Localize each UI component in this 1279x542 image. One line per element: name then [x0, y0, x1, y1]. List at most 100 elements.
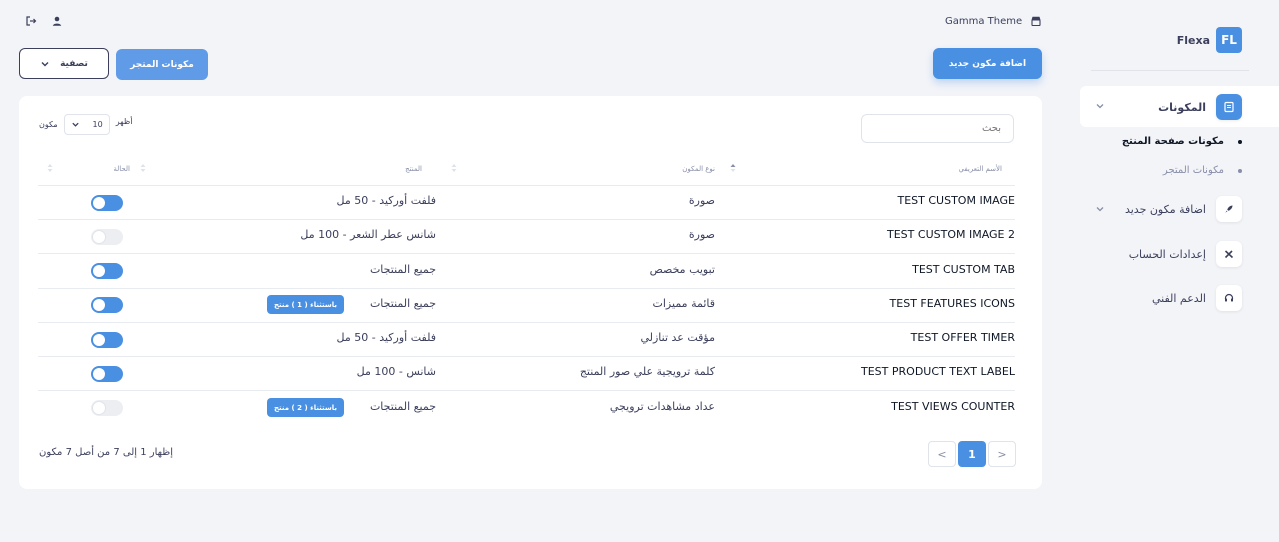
- sidebar-item-label: إعدادات الحساب: [1128, 247, 1206, 261]
- row-type: عداد مشاهدات ترويجي: [609, 400, 715, 413]
- prev-page-button[interactable]: <: [928, 441, 956, 467]
- row-product: جميع المنتجات: [369, 263, 436, 276]
- row-type: صورة: [688, 194, 715, 207]
- row-product: شانس - 100 مل: [356, 365, 436, 378]
- exclusion-badge[interactable]: باستثناء ( 2 ) منتج: [267, 398, 345, 417]
- row-divider: [38, 253, 1015, 254]
- header-divider: [38, 185, 1015, 186]
- row-type: مؤقت عد تنازلي: [640, 331, 715, 344]
- exclusion-badge[interactable]: باستثناء ( 1 ) منتج: [267, 295, 345, 314]
- row-type: قائمة مميزات: [652, 297, 715, 310]
- status-toggle[interactable]: [91, 332, 123, 348]
- status-toggle[interactable]: [91, 195, 123, 211]
- row-name: TEST CUSTOM TAB: [912, 263, 1015, 276]
- status-toggle[interactable]: [91, 297, 123, 313]
- status-toggle[interactable]: [91, 229, 123, 245]
- chevron-down-icon[interactable]: [1094, 203, 1106, 215]
- page-size-prefix: أظهر: [115, 117, 133, 126]
- page-size-select[interactable]: 10: [63, 114, 110, 135]
- row-type: كلمة ترويجية علي صور المنتج: [579, 365, 715, 378]
- page-button[interactable]: 1: [958, 441, 986, 467]
- bullet-icon: [1238, 139, 1242, 144]
- row-product: جميع المنتجات: [369, 297, 436, 310]
- user-icon[interactable]: [51, 15, 63, 27]
- filter-button[interactable]: تصفية: [19, 48, 109, 79]
- chevron-down-icon[interactable]: [1094, 100, 1106, 112]
- topbar-icons: [25, 15, 63, 27]
- brand-name: Flexa: [1176, 33, 1210, 47]
- toggle-knob: [93, 368, 105, 380]
- toggle-knob: [93, 402, 105, 414]
- row-product: فلفت أوركيد - 50 مل: [336, 331, 436, 344]
- sidebar-item-support[interactable]: الدعم الفني: [1152, 285, 1242, 311]
- sidebar-divider: [1091, 70, 1249, 71]
- toggle-knob: [93, 197, 105, 209]
- sidebar-item-add-component[interactable]: اضافة مكون جديد: [1125, 196, 1242, 222]
- sort-icon[interactable]: [730, 163, 736, 173]
- row-name: TEST OFFER TIMER: [910, 331, 1015, 344]
- table-summary: إظهار 1 إلى 7 من أصل 7 مكون: [39, 447, 173, 458]
- sidebar-subitem-label: مكونات صفحة المنتج: [1121, 136, 1224, 147]
- sidebar-item-components[interactable]: المكونات: [1158, 94, 1242, 120]
- sidebar-item-label: اضافة مكون جديد: [1124, 202, 1206, 216]
- sidebar-subitem-product-components[interactable]: مكونات صفحة المنتج: [1122, 136, 1242, 147]
- store-components-button[interactable]: مكونات المتجر: [116, 49, 208, 80]
- row-divider: [38, 219, 1015, 220]
- document-icon: [1216, 94, 1242, 120]
- toggle-knob: [93, 265, 105, 277]
- brand-logo: FL: [1216, 27, 1242, 53]
- sidebar-item-account-settings[interactable]: إعدادات الحساب: [1129, 241, 1242, 267]
- headset-icon: [1216, 285, 1242, 311]
- theme-name: Gamma Theme: [945, 15, 1023, 27]
- column-header-product[interactable]: المنتج: [405, 165, 422, 173]
- next-page-button[interactable]: >: [988, 441, 1016, 467]
- row-product: جميع المنتجات: [369, 400, 436, 413]
- row-divider: [38, 288, 1015, 289]
- chevron-down-icon: [41, 61, 49, 66]
- row-type: صورة: [688, 228, 715, 241]
- bullet-icon: [1238, 168, 1242, 173]
- status-toggle[interactable]: [91, 400, 123, 416]
- theme-selector[interactable]: Gamma Theme: [945, 15, 1042, 27]
- tools-icon: [1216, 241, 1242, 267]
- add-component-button[interactable]: اضافة مكون جديد: [933, 48, 1042, 79]
- page-size-suffix: مكون: [39, 120, 58, 129]
- sidebar-item-label: الدعم الفني: [1151, 291, 1206, 305]
- sort-icon[interactable]: [451, 163, 457, 173]
- status-toggle[interactable]: [91, 366, 123, 382]
- sort-icon[interactable]: [47, 163, 53, 173]
- page-size-control: مكون 10 أظهر: [39, 114, 132, 135]
- row-product: فلفت أوركيد - 50 مل: [336, 194, 436, 207]
- row-name: TEST CUSTOM IMAGE: [897, 194, 1016, 207]
- logout-icon[interactable]: [25, 15, 37, 27]
- row-type: تبويب مخصص: [649, 263, 715, 276]
- sidebar-item-label: المكونات: [1158, 100, 1206, 114]
- rocket-icon: [1216, 196, 1242, 222]
- store-icon: [1031, 16, 1041, 27]
- filter-label: تصفية: [60, 58, 88, 69]
- column-header-type[interactable]: نوع المكون: [682, 165, 715, 173]
- column-header-status[interactable]: الحالة: [113, 165, 130, 173]
- toggle-knob: [93, 231, 105, 243]
- search-input[interactable]: [861, 114, 1014, 143]
- toggle-knob: [93, 334, 105, 346]
- column-header-name[interactable]: الأسم التعريفي: [959, 165, 1002, 173]
- page-size-value: 10: [92, 120, 103, 129]
- status-toggle[interactable]: [91, 263, 123, 279]
- pagination: < 1 >: [928, 441, 1016, 467]
- brand[interactable]: Flexa FL: [1177, 27, 1242, 53]
- sidebar: Flexa FL المكونات مكونات صفحة المنتج مكو…: [1061, 0, 1279, 542]
- row-name: TEST CUSTOM IMAGE 2: [887, 228, 1015, 241]
- toggle-knob: [93, 299, 105, 311]
- row-divider: [38, 322, 1015, 323]
- row-product: شانس عطر الشعر - 100 مل: [300, 228, 436, 241]
- row-divider: [38, 390, 1015, 391]
- components-table-card: مكون 10 أظهر الأسم التعريفي نوع المكون ا…: [19, 96, 1042, 489]
- sidebar-subitem-label: مكونات المتجر: [1162, 165, 1224, 176]
- sidebar-subitem-store-components[interactable]: مكونات المتجر: [1163, 165, 1242, 176]
- row-name: TEST PRODUCT TEXT LABEL: [861, 365, 1015, 378]
- sort-icon[interactable]: [140, 163, 146, 173]
- row-name: TEST FEATURES ICONS: [889, 297, 1015, 310]
- row-divider: [38, 356, 1015, 357]
- chevron-down-icon: [72, 122, 79, 127]
